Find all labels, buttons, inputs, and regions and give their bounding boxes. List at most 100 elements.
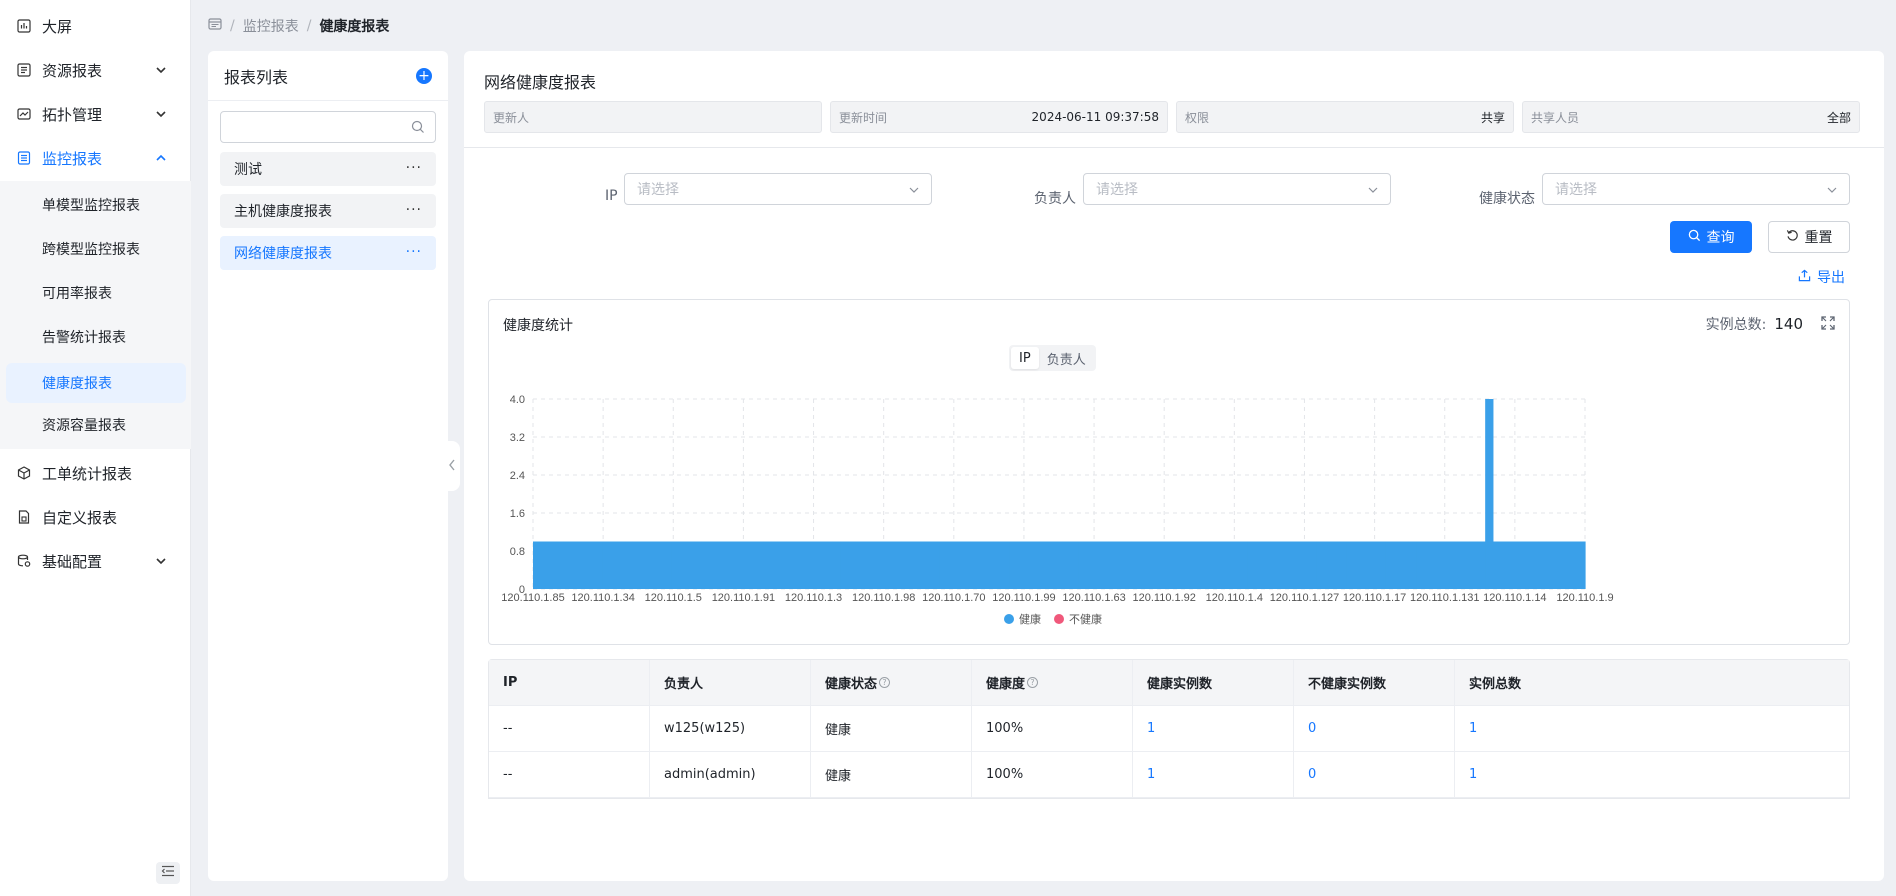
more-icon[interactable]: ··· — [406, 202, 422, 218]
report-item-label: 主机健康度报表 — [234, 204, 332, 220]
table-cell-link[interactable]: 1 — [1455, 706, 1849, 751]
column-header: 实例总数 — [1469, 677, 1522, 692]
bar-healthy — [763, 541, 772, 589]
bar-healthy — [832, 541, 841, 589]
bar-healthy — [1277, 541, 1287, 589]
bar-healthy — [1055, 541, 1064, 589]
bar-healthy — [1492, 541, 1502, 589]
x-tick-label: 120.110.1.14 — [1483, 592, 1546, 604]
sidebar-subitem[interactable]: 单模型监控报表 — [0, 185, 191, 225]
report-detail-panel: 网络健康度报表 更新人 更新时间 2024-06-11 09:37:58 权限 … — [464, 51, 1884, 881]
export-label: 导出 — [1817, 270, 1845, 286]
bar-healthy — [1377, 541, 1386, 589]
search-icon[interactable] — [411, 120, 425, 138]
bar-healthy — [1538, 541, 1548, 589]
bar-healthy — [1039, 541, 1049, 589]
sidebar-subitem[interactable]: 可用率报表 — [0, 273, 191, 313]
report-list-item[interactable]: 主机健康度报表 ··· — [220, 194, 436, 228]
bar-healthy — [1016, 541, 1026, 589]
sidebar-item-resource-report[interactable]: 资源报表 — [0, 50, 191, 90]
x-tick-label: 120.110.1.34 — [571, 592, 634, 604]
monitor-report-submenu: 单模型监控报表 跨模型监控报表 可用率报表 告警统计报表 健康度报表 资源容量报… — [0, 181, 191, 449]
bar-healthy — [801, 541, 811, 589]
bar-healthy — [916, 541, 926, 589]
bar-healthy — [1400, 541, 1409, 589]
sidebar-subitem-active[interactable]: 健康度报表 — [6, 363, 186, 403]
bar-healthy — [1024, 541, 1033, 589]
meta-updater: 更新人 — [484, 101, 822, 133]
x-tick-label: 120.110.1.127 — [1270, 592, 1340, 604]
table-cell: w125(w125) — [650, 706, 811, 751]
bar-healthy — [932, 541, 941, 589]
owner-select[interactable]: 请选择 — [1083, 173, 1391, 205]
legend-marker — [1054, 614, 1064, 624]
bar-healthy — [1293, 541, 1302, 589]
report-item-label: 网络健康度报表 — [234, 246, 332, 262]
bar-healthy — [1047, 541, 1056, 589]
sidebar-subitem[interactable]: 跨模型监控报表 — [0, 229, 191, 269]
report-list-item[interactable]: 测试 ··· — [220, 152, 436, 186]
bar-healthy — [1185, 541, 1194, 589]
chart-bar-icon — [16, 18, 32, 34]
export-link[interactable]: 导出 — [1798, 267, 1845, 287]
column-header: 健康状态? — [811, 660, 972, 705]
more-icon[interactable]: ··· — [406, 244, 422, 260]
table-cell-link[interactable]: 1 — [1455, 752, 1849, 797]
bar-healthy — [1339, 541, 1348, 589]
menu-fold-icon — [161, 865, 175, 881]
bar-healthy — [1569, 541, 1578, 589]
table-cell-link[interactable]: 0 — [1294, 752, 1455, 797]
sidebar-subitem[interactable]: 告警统计报表 — [0, 317, 191, 357]
table-cell-link[interactable]: 0 — [1294, 706, 1455, 751]
sidebar-item-label: 自定义报表 — [42, 508, 118, 527]
home-icon[interactable] — [208, 17, 222, 35]
sidebar-item-label: 监控报表 — [42, 149, 103, 168]
meta-label: 更新时间 — [839, 110, 888, 125]
table-cell-link[interactable]: 1 — [1133, 752, 1294, 797]
health-status-select[interactable]: 请选择 — [1542, 173, 1850, 205]
table-row: -- w125(w125) 健康 100% 1 0 1 — [489, 706, 1849, 752]
question-icon[interactable]: ? — [1027, 677, 1039, 688]
bar-healthy — [1254, 541, 1264, 589]
cube-icon — [16, 465, 32, 481]
sidebar-item-ticket-report[interactable]: 工单统计报表 — [0, 453, 191, 493]
breadcrumb-separator: / — [230, 18, 235, 34]
meta-value: 共享 — [1480, 110, 1505, 125]
column-header: 健康度? — [972, 660, 1133, 705]
column-header: 不健康实例数 — [1294, 660, 1455, 705]
report-search-input[interactable] — [221, 112, 401, 142]
reset-button[interactable]: 重置 — [1768, 221, 1850, 253]
sidebar-item-topology[interactable]: 拓扑管理 — [0, 94, 191, 134]
ip-select[interactable]: 请选择 — [624, 173, 932, 205]
sidebar-item-big-screen[interactable]: 大屏 — [0, 6, 191, 46]
meta-permission: 权限 共享 — [1176, 101, 1514, 133]
sidebar-subitem[interactable]: 资源容量报表 — [0, 405, 191, 445]
collapse-sidebar-button[interactable] — [156, 862, 180, 884]
more-icon[interactable]: ··· — [406, 160, 422, 176]
table-cell-link[interactable]: 1 — [1133, 706, 1294, 751]
sidebar-item-custom-report[interactable]: 自定义报表 — [0, 497, 191, 537]
query-button[interactable]: 查询 — [1670, 221, 1752, 253]
add-report-button[interactable]: + — [416, 67, 432, 84]
bar-healthy — [1500, 541, 1509, 589]
report-list-item-active[interactable]: 网络健康度报表 ··· — [220, 236, 436, 270]
bar-healthy — [1108, 541, 1118, 589]
sidebar-item-monitor-report[interactable]: 监控报表 — [0, 138, 191, 178]
x-tick-label: 120.110.1.9 — [1556, 592, 1613, 604]
bar-healthy — [947, 541, 956, 589]
health-chart-card: 健康度统计 实例总数: 140 IP 负责人 0 0.8 1.6 2.4 3.2 4.0 1… — [488, 299, 1850, 645]
report-list-panel: 报表列表 + 测试 ··· 主机健康度报表 ··· 网络健康度报表 ··· — [208, 51, 448, 881]
bar-healthy — [963, 541, 972, 589]
list-panel-fold-handle[interactable] — [444, 441, 460, 491]
meta-update-time: 更新时间 2024-06-11 09:37:58 — [830, 101, 1168, 133]
column-header: IP — [489, 660, 650, 705]
bar-healthy — [993, 541, 1003, 589]
bar-healthy — [794, 541, 803, 589]
question-icon[interactable]: ? — [879, 677, 891, 688]
select-placeholder: 请选择 — [637, 182, 679, 198]
bar-healthy — [1154, 541, 1164, 589]
sidebar-item-basic-config[interactable]: 基础配置 — [0, 541, 191, 581]
bar-healthy — [709, 541, 718, 589]
breadcrumb-link[interactable]: 监控报表 — [243, 16, 299, 36]
bar-healthy — [755, 541, 764, 589]
